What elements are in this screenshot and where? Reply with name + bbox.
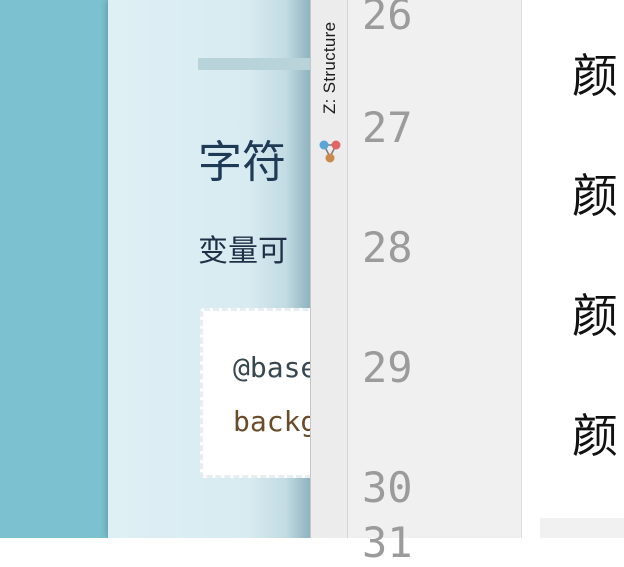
line-number: 28 bbox=[362, 223, 413, 272]
line-number: 27 bbox=[362, 103, 413, 152]
line-number: 30 bbox=[362, 463, 413, 512]
preview-code-block: @base backg bbox=[200, 308, 310, 478]
code-line-2: backg bbox=[233, 405, 310, 438]
editor-line[interactable]: 颜 bbox=[572, 280, 618, 346]
preview-pane: 字符 变量可 @base backg bbox=[0, 0, 310, 538]
editor-line[interactable]: 颜 bbox=[572, 160, 618, 226]
horizontal-rule bbox=[198, 58, 310, 70]
line-number: 26 bbox=[362, 0, 413, 39]
structure-tab-label: Z: Structure bbox=[320, 21, 339, 115]
preview-heading: 字符 bbox=[198, 137, 286, 188]
structure-tool-tab[interactable]: Z: Structure bbox=[315, 0, 345, 172]
editor-line[interactable]: 颜 bbox=[572, 400, 618, 466]
structure-icon bbox=[319, 140, 341, 163]
tool-window-strip: Z: Structure bbox=[310, 0, 348, 538]
code-line-1: @base bbox=[233, 351, 310, 384]
preview-page: 字符 变量可 @base backg bbox=[108, 0, 310, 538]
line-number: 29 bbox=[362, 343, 413, 392]
line-number: 31 bbox=[362, 518, 413, 567]
line-number-gutter: 26 27 28 29 30 31 bbox=[348, 0, 522, 567]
code-editor[interactable]: 颜 颜 颜 颜 bbox=[522, 0, 624, 538]
current-line-highlight bbox=[540, 518, 624, 538]
editor-line[interactable]: 颜 bbox=[572, 40, 618, 106]
preview-paragraph: 变量可 bbox=[198, 234, 288, 269]
